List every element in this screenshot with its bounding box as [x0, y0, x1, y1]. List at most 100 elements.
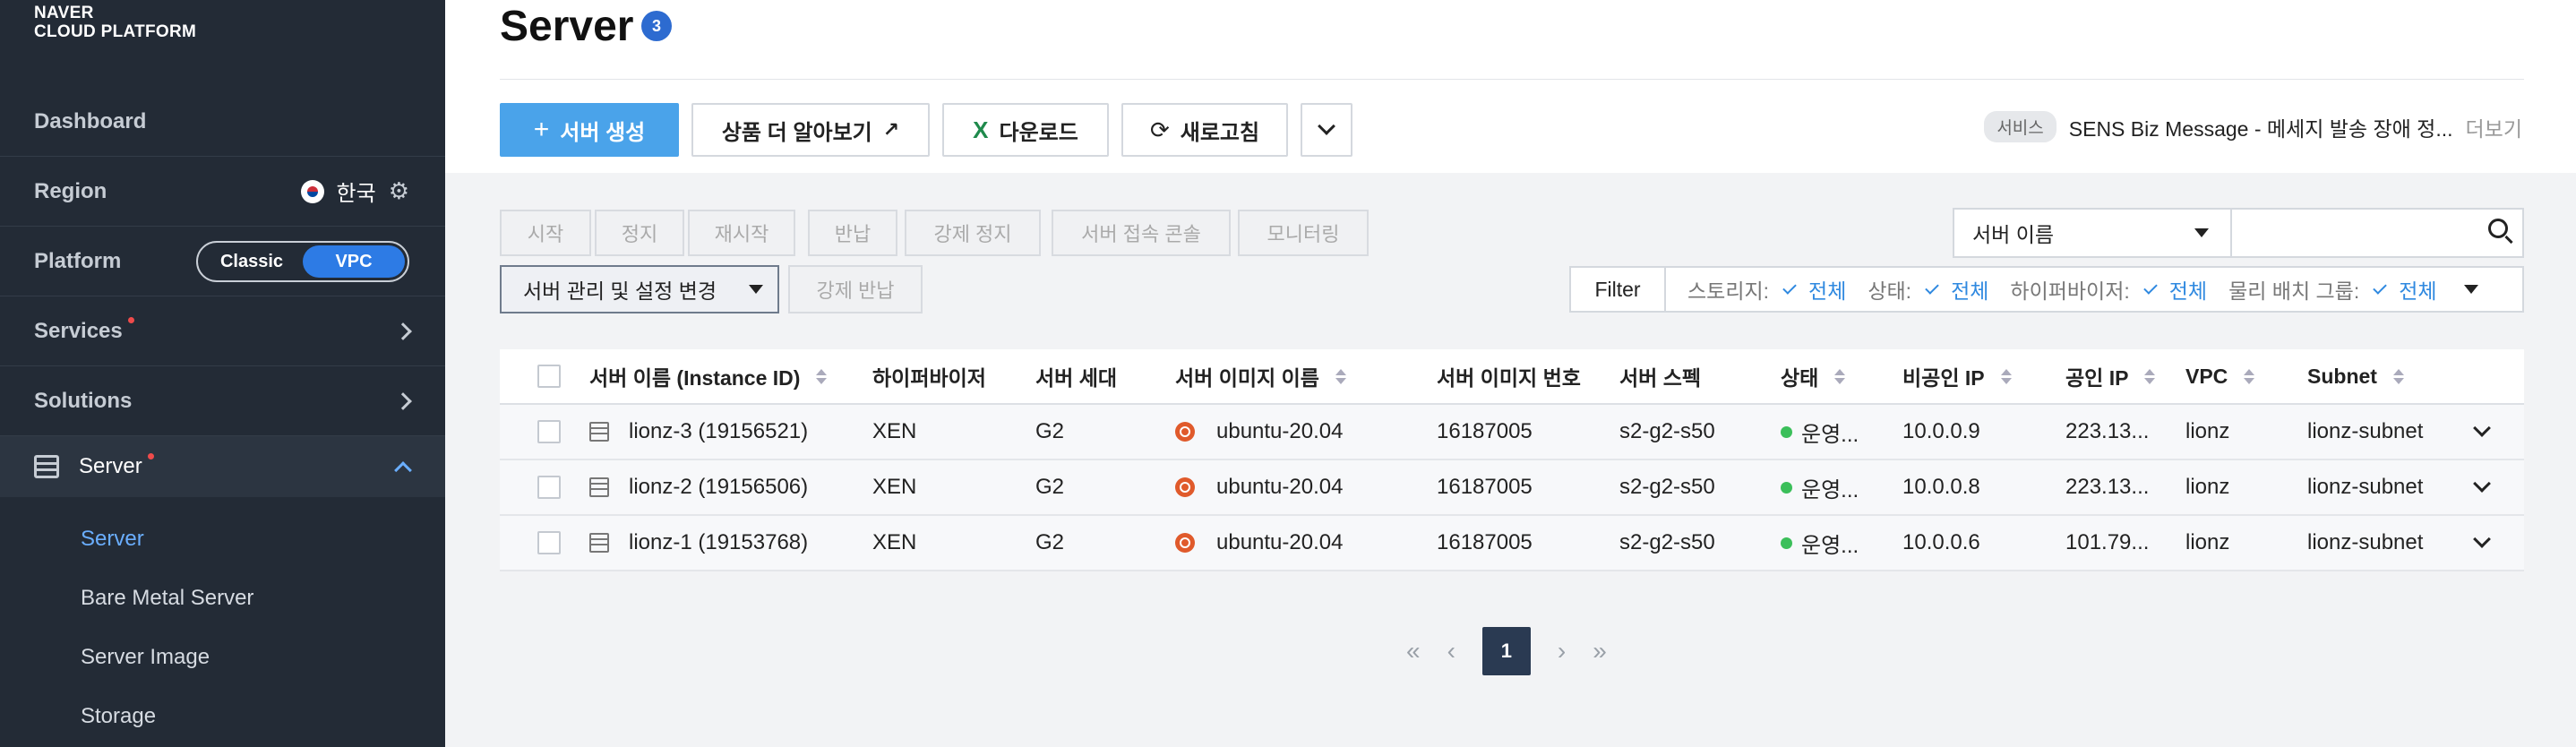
filter-status[interactable]: 상태: 전체: [1868, 274, 1988, 305]
learn-more-button[interactable]: 상품 더 알아보기 ↗: [691, 103, 930, 157]
status-running-icon: [1781, 425, 1792, 438]
stop-button[interactable]: 정지: [595, 210, 684, 256]
table-row[interactable]: lionz-2 (19156506) XEN G2 ubuntu-20.04 1…: [500, 460, 2524, 516]
table-header: 서버 이름 (Instance ID) 하이퍼바이저 서버 세대 서버 이미지 …: [500, 349, 2524, 405]
external-link-icon: ↗: [882, 118, 900, 141]
col-image-name[interactable]: 서버 이미지 이름: [1175, 349, 1346, 403]
search-icon[interactable]: [2488, 219, 2508, 238]
chevron-right-icon: [394, 391, 412, 410]
status-running-icon: [1781, 537, 1792, 549]
sidebar-item-solutions[interactable]: Solutions: [0, 366, 445, 436]
col-vpc[interactable]: VPC: [2185, 349, 2255, 403]
prev-page-icon[interactable]: ‹: [1447, 637, 1455, 665]
expand-row-icon[interactable]: [2473, 419, 2491, 437]
notification-dot: [127, 317, 134, 323]
pagination: « ‹ 1 › »: [1406, 627, 1607, 675]
notice-text: SENS Biz Message - 메세지 발송 장애 정...: [2068, 116, 2453, 141]
filter-storage[interactable]: 스토리지: 전체: [1687, 274, 1846, 305]
row-checkbox[interactable]: [537, 420, 561, 443]
table-row[interactable]: lionz-1 (19153768) XEN G2 ubuntu-20.04 1…: [500, 516, 2524, 571]
col-subnet[interactable]: Subnet: [2307, 349, 2404, 403]
plus-icon: +: [533, 115, 550, 144]
expand-row-icon[interactable]: [2473, 530, 2491, 548]
filter-placement-group[interactable]: 물리 배치 그룹: 전체: [2228, 274, 2436, 305]
sidebar-item-dashboard[interactable]: Dashboard: [0, 87, 445, 157]
col-status[interactable]: 상태: [1781, 349, 1846, 403]
platform-option-vpc[interactable]: VPC: [303, 245, 405, 278]
table-row[interactable]: lionz-3 (19156521) XEN G2 ubuntu-20.04 1…: [500, 405, 2524, 460]
more-dropdown-button[interactable]: [1301, 103, 1352, 157]
select-all-checkbox[interactable]: [537, 365, 561, 388]
sidebar-item-region[interactable]: Region 한국 ⚙: [0, 157, 445, 227]
col-private-ip[interactable]: 비공인 IP: [1902, 349, 2012, 403]
excel-icon: X: [973, 116, 989, 143]
sidebar-item-services[interactable]: Services: [0, 296, 445, 366]
sidebar-sub-server[interactable]: Server: [81, 527, 144, 552]
caret-down-icon[interactable]: [2463, 285, 2478, 294]
notice-more-link[interactable]: 더보기: [2466, 112, 2522, 142]
sort-icon: [2000, 368, 2012, 384]
server-icon: [34, 455, 59, 478]
sort-icon: [816, 368, 828, 384]
create-server-button[interactable]: + 서버 생성: [500, 103, 679, 157]
search-input[interactable]: [2232, 208, 2524, 258]
force-stop-button[interactable]: 강제 정지: [905, 210, 1041, 256]
page-current[interactable]: 1: [1481, 627, 1531, 675]
col-public-ip[interactable]: 공인 IP: [2065, 349, 2156, 403]
caret-down-icon: [749, 285, 764, 294]
last-page-icon[interactable]: »: [1593, 637, 1607, 665]
return-button[interactable]: 반납: [808, 210, 897, 256]
count-badge: 3: [641, 11, 672, 41]
refresh-icon: ⟳: [1149, 116, 1170, 143]
sidebar-sub-storage[interactable]: Storage: [81, 704, 156, 729]
page-title: Server: [500, 3, 634, 50]
col-spec: 서버 스펙: [1619, 366, 1702, 390]
server-manage-dropdown[interactable]: 서버 관리 및 설정 변경: [500, 265, 779, 313]
sidebar-sub-bare-metal-server[interactable]: Bare Metal Server: [81, 586, 253, 611]
row-checkbox[interactable]: [537, 476, 561, 499]
next-page-icon[interactable]: ›: [1558, 637, 1566, 665]
notice-tag: 서비스: [1984, 111, 2057, 142]
check-icon: [2142, 280, 2158, 295]
notification-dot: [147, 452, 154, 459]
force-return-button[interactable]: 강제 반납: [788, 265, 923, 313]
sort-icon: [2392, 368, 2404, 384]
col-server-name[interactable]: 서버 이름 (Instance ID): [589, 349, 828, 403]
sidebar-item-server[interactable]: Server: [0, 436, 445, 497]
server-icon: [589, 422, 609, 442]
ubuntu-icon: [1175, 477, 1195, 497]
filter-hypervisor[interactable]: 하이퍼바이저: 전체: [2010, 274, 2207, 305]
server-icon: [589, 477, 609, 497]
sidebar-sub-server-image[interactable]: Server Image: [81, 645, 210, 670]
status-running-icon: [1781, 481, 1792, 494]
ubuntu-icon: [1175, 533, 1195, 553]
filter-label: Filter: [1571, 268, 1666, 311]
search-icon-handle: [2504, 235, 2513, 245]
col-hypervisor: 하이퍼바이저: [872, 366, 986, 390]
platform-toggle[interactable]: Classic VPC: [196, 240, 409, 282]
service-notice[interactable]: 서비스 SENS Biz Message - 메세지 발송 장애 정... 더보…: [1984, 111, 2522, 142]
expand-row-icon[interactable]: [2473, 475, 2491, 493]
refresh-button[interactable]: ⟳ 새로고침: [1121, 103, 1288, 157]
row-checkbox[interactable]: [537, 531, 561, 554]
col-generation: 서버 세대: [1035, 366, 1118, 390]
sort-icon: [1335, 368, 1346, 384]
platform-option-classic[interactable]: Classic: [201, 245, 303, 278]
naver-cloud-logo[interactable]: NAVER CLOUD PLATFORM: [34, 4, 196, 41]
restart-button[interactable]: 재시작: [688, 210, 795, 256]
server-icon: [589, 533, 609, 553]
first-page-icon[interactable]: «: [1406, 637, 1421, 665]
check-icon: [1925, 280, 1939, 295]
col-image-number: 서버 이미지 번호: [1437, 366, 1581, 390]
download-button[interactable]: X 다운로드: [942, 103, 1109, 157]
check-icon: [1782, 280, 1797, 295]
start-button[interactable]: 시작: [500, 210, 591, 256]
chevron-up-icon: [394, 461, 412, 479]
chevron-down-icon: [1318, 117, 1335, 135]
chevron-right-icon: [394, 322, 412, 340]
server-console-button[interactable]: 서버 접속 콘솔: [1052, 210, 1231, 256]
monitoring-button[interactable]: 모니터링: [1238, 210, 1369, 256]
filter-bar[interactable]: Filter 스토리지: 전체 상태: 전체 하이퍼바이저: 전체 물리 배치 …: [1569, 266, 2524, 313]
search-field-select[interactable]: 서버 이름: [1953, 208, 2232, 258]
gear-icon[interactable]: ⚙: [389, 177, 409, 205]
